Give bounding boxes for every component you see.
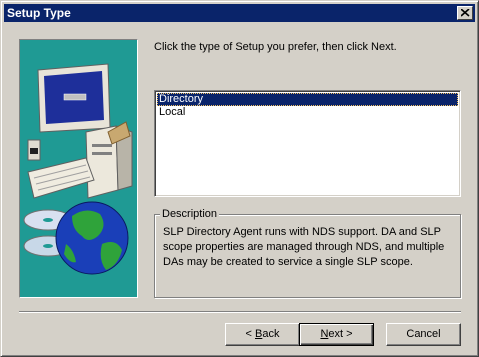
window-title: Setup Type xyxy=(7,6,71,20)
globe-cd-icon xyxy=(23,201,129,275)
separator xyxy=(19,311,461,313)
setup-illustration xyxy=(19,39,138,298)
instruction-text: Click the type of Setup you prefer, then… xyxy=(154,41,397,53)
setup-type-list[interactable]: Directory Local xyxy=(154,90,461,197)
back-button[interactable]: < Back xyxy=(225,323,300,346)
description-label: Description xyxy=(160,208,220,220)
setup-type-dialog: Setup Type Click the type of Setup you p… xyxy=(0,0,479,357)
list-item-local[interactable]: Local xyxy=(157,106,458,119)
back-button-rest: ack xyxy=(262,328,280,340)
back-button-prefix: < xyxy=(245,328,255,340)
list-item-directory[interactable]: Directory xyxy=(157,93,458,106)
next-button-rest: ext > xyxy=(328,328,353,340)
close-button[interactable] xyxy=(457,6,473,20)
description-text: SLP Directory Agent runs with NDS suppor… xyxy=(163,226,445,268)
next-button[interactable]: Next > xyxy=(299,323,374,346)
title-bar[interactable]: Setup Type xyxy=(4,4,475,22)
cancel-button[interactable]: Cancel xyxy=(386,323,461,346)
close-icon xyxy=(461,9,470,17)
computer-icon xyxy=(27,63,133,199)
